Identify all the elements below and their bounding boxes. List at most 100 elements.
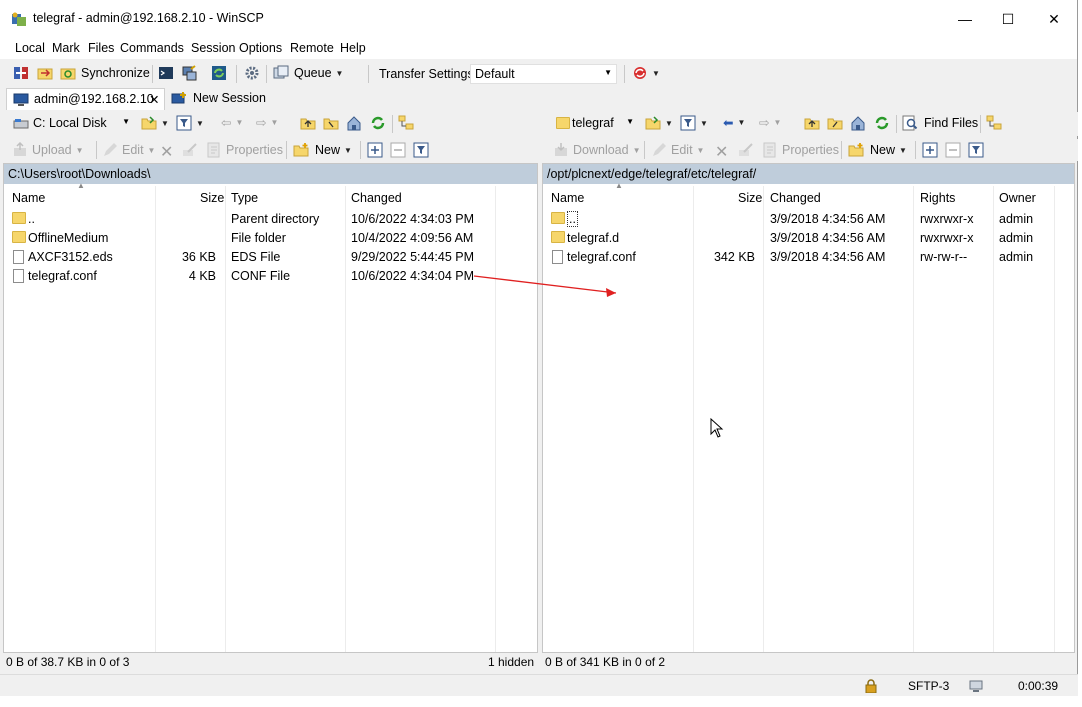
column-header-owner[interactable]: Owner	[999, 186, 1036, 206]
upload-button[interactable]: Upload ▼	[12, 142, 84, 158]
sync-browse-icon[interactable]	[37, 65, 53, 81]
chevron-down-icon[interactable]: ▼	[700, 119, 708, 128]
back-arrow-icon[interactable]: ⇦ ▼	[221, 115, 243, 130]
file-row[interactable]: telegraf.d 3/9/2018 4:34:56 AM rwxrwxr-x…	[543, 229, 1074, 248]
column-header-name[interactable]: Name	[12, 186, 45, 206]
find-files-label: Find Files	[924, 116, 979, 130]
remote-file-panel[interactable]: /opt/plcnext/edge/telegraf/etc/telegraf/…	[542, 163, 1075, 653]
column-header-changed[interactable]: Changed	[351, 186, 402, 206]
chevron-down-icon[interactable]: ▼	[336, 69, 344, 78]
forward-arrow-icon[interactable]: ⇨ ▼	[256, 115, 278, 130]
properties-button[interactable]: Properties	[762, 142, 839, 158]
root-directory-icon[interactable]	[323, 115, 339, 131]
download-button[interactable]: Download ▼	[553, 142, 641, 158]
filter-icon[interactable]: ▼	[680, 115, 708, 131]
column-header-size[interactable]: Size	[738, 186, 762, 206]
putty-icon[interactable]	[181, 65, 197, 81]
menu-session[interactable]: Session	[191, 41, 235, 55]
refresh-icon[interactable]	[874, 115, 890, 131]
column-header-changed[interactable]: Changed	[770, 186, 821, 206]
preferences-gear-icon[interactable]	[244, 65, 260, 81]
forward-arrow-icon[interactable]: ⇨ ▼	[759, 115, 781, 130]
file-owner: admin	[999, 250, 1034, 264]
refresh-icon[interactable]	[370, 115, 386, 131]
transfer-options-button[interactable]: ▼	[632, 65, 660, 81]
local-file-panel[interactable]: C:\Users\root\Downloads\ Name ▲ Size Typ…	[3, 163, 538, 653]
toolbar-separator	[368, 65, 369, 83]
chevron-down-icon[interactable]: ▼	[161, 119, 169, 128]
parent-directory-icon[interactable]	[804, 115, 820, 131]
column-header-rights[interactable]: Rights	[920, 186, 955, 206]
new-button[interactable]: New ▼	[848, 142, 907, 158]
file-name: ..	[28, 212, 35, 226]
queue-button[interactable]: Queue ▼	[273, 65, 343, 81]
column-header-name[interactable]: Name	[551, 186, 584, 206]
refresh-remote-icon[interactable]	[211, 65, 227, 81]
local-drive-select[interactable]: C: Local Disk ▼	[8, 113, 135, 133]
menu-mark[interactable]: Mark	[52, 41, 80, 55]
file-changed: 3/9/2018 4:34:56 AM	[770, 231, 886, 245]
transfer-settings-select[interactable]: Default ▼	[470, 64, 617, 84]
file-row[interactable]: .. 3/9/2018 4:34:56 AM rwxrwxr-x admin	[543, 210, 1074, 229]
open-directory-icon[interactable]: ▼	[645, 115, 673, 131]
menu-files[interactable]: Files	[88, 41, 114, 55]
unselect-files-minus-icon[interactable]	[945, 142, 961, 158]
delete-icon[interactable]: ✕	[160, 142, 173, 162]
hidden-files-count[interactable]: 1 hidden	[488, 655, 534, 673]
file-row[interactable]: AXCF3152.eds 36 KB EDS File 9/29/2022 5:…	[4, 248, 537, 267]
back-arrow-icon[interactable]: ⬅ ▼	[723, 115, 745, 130]
properties-label: Properties	[226, 143, 283, 157]
select-files-plus-icon[interactable]	[922, 142, 938, 158]
menu-help[interactable]: Help	[340, 41, 366, 55]
filter-select-icon[interactable]	[968, 142, 984, 158]
root-directory-icon[interactable]	[827, 115, 843, 131]
select-files-plus-icon[interactable]	[367, 142, 383, 158]
menu-options[interactable]: Options	[239, 41, 282, 55]
menu-remote[interactable]: Remote	[290, 41, 334, 55]
tree-toggle-icon[interactable]	[398, 115, 414, 131]
filter-icon[interactable]: ▼	[176, 115, 204, 131]
chevron-down-icon[interactable]: ▼	[899, 146, 907, 155]
file-row[interactable]: .. Parent directory 10/6/2022 4:34:03 PM	[4, 210, 537, 229]
tab-new-session[interactable]: New Session	[166, 88, 266, 110]
new-button[interactable]: New ▼	[293, 142, 352, 158]
tree-toggle-icon[interactable]	[986, 115, 1002, 131]
file-changed: 10/6/2022 4:34:03 PM	[351, 212, 475, 226]
local-drive-label: C: Local Disk	[33, 116, 107, 130]
maximize-button[interactable]: ☐	[985, 6, 1031, 32]
menu-commands[interactable]: Commands	[120, 41, 184, 55]
column-header-size[interactable]: Size	[200, 186, 224, 206]
home-icon[interactable]	[850, 115, 866, 131]
rename-icon[interactable]	[182, 142, 198, 158]
drive-icon	[13, 116, 29, 132]
tab-session[interactable]: admin@192.168.2.10 ✕	[6, 88, 165, 110]
filter-select-icon[interactable]	[413, 142, 429, 158]
minimize-button[interactable]: —	[942, 6, 988, 32]
file-row[interactable]: telegraf.conf 342 KB 3/9/2018 4:34:56 AM…	[543, 248, 1074, 267]
column-header-type[interactable]: Type	[231, 186, 258, 206]
home-icon[interactable]	[346, 115, 362, 131]
remote-folder-select[interactable]: telegraf ▼	[551, 113, 639, 133]
rename-icon[interactable]	[738, 142, 754, 158]
chevron-down-icon[interactable]: ▼	[196, 119, 204, 128]
edit-button[interactable]: Edit ▼	[102, 142, 155, 158]
close-window-button[interactable]: ✕	[1031, 6, 1077, 32]
file-row[interactable]: OfflineMedium File folder 10/4/2022 4:09…	[4, 229, 537, 248]
close-icon[interactable]: ✕	[149, 92, 159, 107]
compare-directories-icon[interactable]	[13, 65, 29, 81]
open-directory-icon[interactable]: ▼	[141, 115, 169, 131]
chevron-down-icon[interactable]: ▼	[652, 69, 660, 78]
file-row[interactable]: telegraf.conf 4 KB CONF File 10/6/2022 4…	[4, 267, 537, 286]
chevron-down-icon[interactable]: ▼	[344, 146, 352, 155]
delete-icon[interactable]: ✕	[715, 142, 728, 162]
chevron-down-icon[interactable]: ▼	[665, 119, 673, 128]
parent-directory-icon[interactable]	[300, 115, 316, 131]
synchronize-button[interactable]: Synchronize	[60, 65, 150, 81]
find-files-button[interactable]: Find Files	[902, 115, 978, 131]
console-icon[interactable]	[158, 65, 174, 81]
properties-button[interactable]: Properties	[206, 142, 283, 158]
file-changed: 10/4/2022 4:09:56 AM	[351, 231, 474, 245]
edit-button[interactable]: Edit ▼	[651, 142, 704, 158]
menu-local[interactable]: Local	[15, 41, 45, 55]
unselect-files-minus-icon[interactable]	[390, 142, 406, 158]
